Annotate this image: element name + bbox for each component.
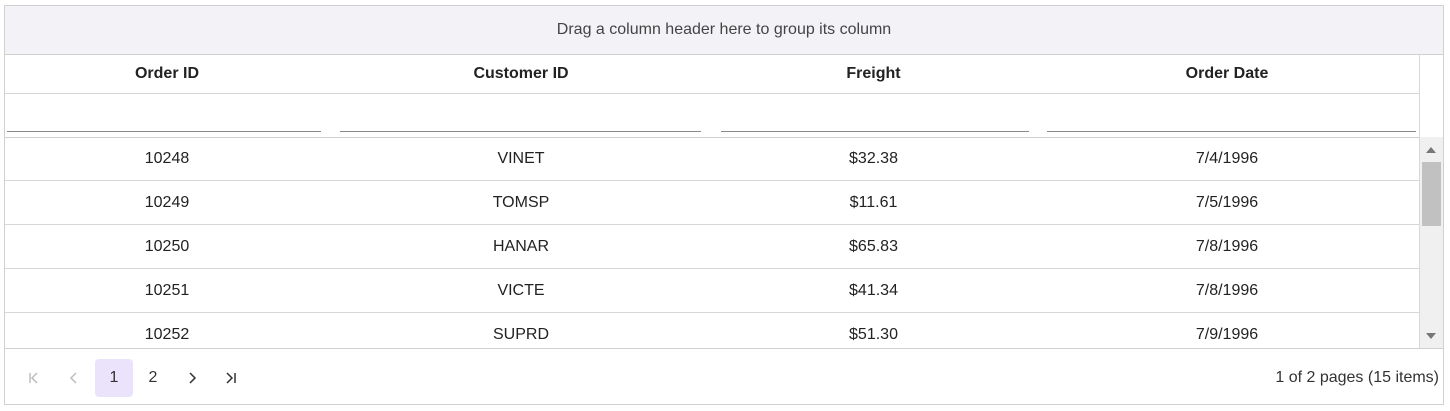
- previous-page-button[interactable]: [55, 359, 93, 397]
- cell-order-date[interactable]: 7/8/1996: [1045, 269, 1409, 312]
- previous-page-icon: [69, 372, 77, 384]
- data-grid: Drag a column header here to group its c…: [4, 5, 1444, 405]
- last-page-icon: [226, 372, 236, 384]
- filter-input-customer-id[interactable]: [340, 112, 701, 132]
- scroll-up-arrow-icon[interactable]: [1426, 147, 1436, 153]
- cell-customer-id[interactable]: HANAR: [339, 225, 703, 268]
- next-page-icon: [189, 372, 197, 384]
- cell-order-date[interactable]: 7/4/1996: [1045, 137, 1409, 180]
- cell-order-id[interactable]: 10248: [5, 137, 329, 180]
- filter-row: [5, 94, 1419, 138]
- cell-freight[interactable]: $65.83: [717, 225, 1030, 268]
- header-row: Order ID Customer ID Freight Order Date: [5, 55, 1419, 94]
- pager: 1 2 1 of 2 pages (15 items): [5, 348, 1443, 404]
- table-row[interactable]: 10250 HANAR $65.83 7/8/1996: [5, 225, 1419, 269]
- cell-customer-id[interactable]: VINET: [339, 137, 703, 180]
- cell-order-date[interactable]: 7/9/1996: [1045, 313, 1409, 349]
- cell-freight[interactable]: $41.34: [717, 269, 1030, 312]
- cell-order-date[interactable]: 7/8/1996: [1045, 225, 1409, 268]
- column-header-order-id[interactable]: Order ID: [5, 55, 329, 93]
- cell-freight[interactable]: $32.38: [717, 137, 1030, 180]
- cell-order-id[interactable]: 10250: [5, 225, 329, 268]
- pager-info: 1 of 2 pages (15 items): [1275, 369, 1439, 386]
- header-scroll-gutter: [1419, 55, 1443, 142]
- cell-freight[interactable]: $11.61: [717, 181, 1030, 224]
- cell-customer-id[interactable]: TOMSP: [339, 181, 703, 224]
- table-row[interactable]: 10248 VINET $32.38 7/4/1996: [5, 137, 1419, 181]
- scroll-down-arrow-icon[interactable]: [1426, 333, 1436, 339]
- scrollbar-thumb[interactable]: [1422, 162, 1441, 226]
- vertical-scrollbar[interactable]: [1419, 137, 1443, 349]
- next-page-button[interactable]: [173, 359, 211, 397]
- cell-order-id[interactable]: 10249: [5, 181, 329, 224]
- filter-input-order-id[interactable]: [7, 112, 321, 132]
- group-drop-text: Drag a column header here to group its c…: [556, 21, 892, 38]
- page-button-1[interactable]: 1: [95, 359, 133, 397]
- table-row[interactable]: 10251 VICTE $41.34 7/8/1996: [5, 269, 1419, 313]
- filter-input-freight[interactable]: [721, 112, 1029, 132]
- column-header-customer-id[interactable]: Customer ID: [339, 55, 703, 93]
- first-page-button[interactable]: [15, 359, 53, 397]
- first-page-icon: [29, 372, 38, 384]
- last-page-button[interactable]: [212, 359, 250, 397]
- cell-customer-id[interactable]: VICTE: [339, 269, 703, 312]
- cell-freight[interactable]: $51.30: [717, 313, 1030, 349]
- group-drop-area[interactable]: Drag a column header here to group its c…: [5, 6, 1443, 55]
- column-header-freight[interactable]: Freight: [717, 55, 1030, 93]
- cell-order-date[interactable]: 7/5/1996: [1045, 181, 1409, 224]
- grid-content: 10248 VINET $32.38 7/4/1996 10249 TOMSP …: [5, 137, 1419, 349]
- column-header-order-date[interactable]: Order Date: [1045, 55, 1409, 93]
- filter-input-order-date[interactable]: [1047, 112, 1416, 132]
- table-row[interactable]: 10252 SUPRD $51.30 7/9/1996: [5, 313, 1419, 349]
- page-button-2[interactable]: 2: [134, 359, 172, 397]
- cell-order-id[interactable]: 10251: [5, 269, 329, 312]
- cell-order-id[interactable]: 10252: [5, 313, 329, 349]
- table-row[interactable]: 10249 TOMSP $11.61 7/5/1996: [5, 181, 1419, 225]
- cell-customer-id[interactable]: SUPRD: [339, 313, 703, 349]
